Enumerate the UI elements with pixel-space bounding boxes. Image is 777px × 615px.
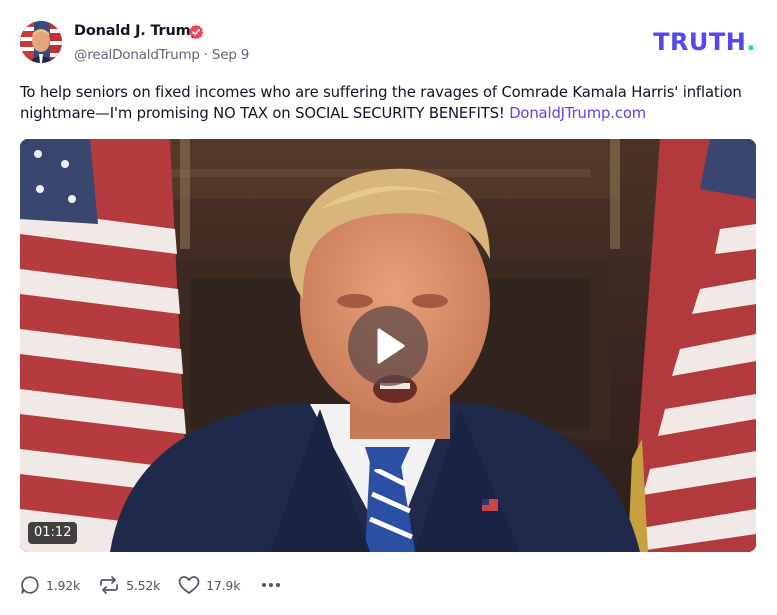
heart-icon <box>178 576 200 594</box>
avatar[interactable] <box>20 21 62 63</box>
video-duration: 01:12 <box>28 522 78 544</box>
like-button[interactable]: 17.9k <box>178 575 240 595</box>
post-date[interactable]: Sep 9 <box>212 47 250 63</box>
avatar-image <box>20 21 62 63</box>
reply-button[interactable]: 1.92k <box>20 575 80 595</box>
logo-dot: . <box>746 28 756 56</box>
verified-badge-icon <box>189 24 204 40</box>
video-player[interactable]: 01:12 <box>20 139 756 552</box>
more-options-button[interactable] <box>260 575 282 595</box>
play-icon <box>377 328 405 364</box>
play-button[interactable] <box>348 306 428 386</box>
retruth-icon <box>100 576 118 594</box>
post-text: To help seniors on fixed incomes who are… <box>20 82 760 124</box>
author-handle[interactable]: @realDonaldTrump <box>74 47 200 63</box>
post-link[interactable]: DonaldJTrump.com <box>509 105 646 122</box>
truth-social-logo[interactable]: TRUTH. <box>653 30 756 54</box>
post-actions: 1.92k 5.52k 17.9k <box>20 574 282 596</box>
more-icon <box>262 583 281 587</box>
retruth-count: 5.52k <box>126 577 161 593</box>
like-count: 17.9k <box>206 577 241 593</box>
retruth-button[interactable]: 5.52k <box>98 575 160 595</box>
author-name[interactable]: Donald J. Trump <box>74 23 201 39</box>
meta-separator: · <box>203 47 208 63</box>
reply-icon <box>21 576 39 594</box>
truth-post: Donald J. Trump @realDonaldTrump · Sep 9 T… <box>0 0 777 615</box>
logo-text: TRUTH <box>653 28 747 56</box>
post-meta: @realDonaldTrump · Sep 9 <box>74 47 249 63</box>
reply-count: 1.92k <box>46 577 81 593</box>
